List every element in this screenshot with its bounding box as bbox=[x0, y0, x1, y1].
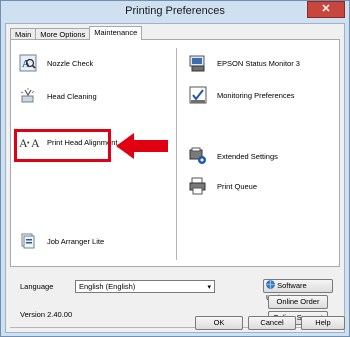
status-monitor-label: EPSON Status Monitor 3 bbox=[217, 58, 300, 68]
extended-settings-icon bbox=[189, 147, 207, 165]
nozzle-check-label: Nozzle Check bbox=[47, 58, 94, 68]
globe-icon bbox=[266, 280, 275, 289]
head-cleaning-item[interactable]: Head Cleaning bbox=[19, 87, 97, 105]
status-monitor-item[interactable]: EPSON Status Monitor 3 bbox=[189, 54, 300, 72]
version-label: Version 2.40.00 bbox=[20, 310, 73, 319]
nozzle-check-icon: A bbox=[19, 54, 37, 72]
language-select[interactable]: English (English) ▾ bbox=[75, 280, 215, 293]
language-label: Language bbox=[20, 282, 54, 291]
online-order-button[interactable]: Online Order bbox=[268, 295, 328, 309]
extended-settings-label: Extended Settings bbox=[217, 151, 278, 161]
job-arranger-label: Job Arranger Lite bbox=[47, 236, 105, 246]
title-bar[interactable]: Printing Preferences ✕ bbox=[1, 1, 349, 23]
software-update-button[interactable]: Software Update bbox=[263, 279, 333, 302]
head-cleaning-label: Head Cleaning bbox=[47, 91, 97, 101]
help-button[interactable]: Help bbox=[301, 316, 345, 330]
monitoring-preferences-icon bbox=[189, 86, 207, 104]
job-arranger-item[interactable]: Job Arranger Lite bbox=[19, 232, 104, 250]
ok-button[interactable]: OK bbox=[195, 316, 243, 330]
print-queue-item[interactable]: Print Queue bbox=[189, 177, 257, 195]
monitoring-preferences-label: Monitoring Preferences bbox=[217, 90, 295, 100]
printing-preferences-window: Printing Preferences ✕ Main More Options… bbox=[0, 0, 350, 337]
highlight-box bbox=[14, 129, 111, 162]
dialog-body: Main More Options Maintenance A Nozzle C… bbox=[5, 23, 345, 333]
tab-strip: Main More Options Maintenance bbox=[10, 26, 143, 40]
window-title: Printing Preferences bbox=[125, 5, 225, 17]
pointer-arrow-icon bbox=[116, 133, 168, 159]
cancel-button[interactable]: Cancel bbox=[248, 316, 296, 330]
print-queue-icon bbox=[189, 177, 207, 195]
job-arranger-icon bbox=[19, 232, 37, 250]
tab-maintenance[interactable]: Maintenance bbox=[89, 26, 143, 40]
head-cleaning-icon bbox=[19, 87, 37, 105]
print-queue-label: Print Queue bbox=[217, 181, 258, 191]
column-divider bbox=[176, 48, 177, 260]
language-select-value: English (English) bbox=[79, 282, 136, 291]
extended-settings-item[interactable]: Extended Settings bbox=[189, 147, 278, 165]
status-monitor-icon bbox=[189, 54, 207, 72]
maintenance-panel: A Nozzle Check Head Cleaning A • A Print… bbox=[10, 39, 340, 267]
close-button[interactable]: ✕ bbox=[307, 1, 345, 18]
chevron-down-icon: ▾ bbox=[207, 284, 211, 291]
monitoring-preferences-item[interactable]: Monitoring Preferences bbox=[189, 86, 295, 104]
nozzle-check-item[interactable]: A Nozzle Check bbox=[19, 54, 93, 72]
